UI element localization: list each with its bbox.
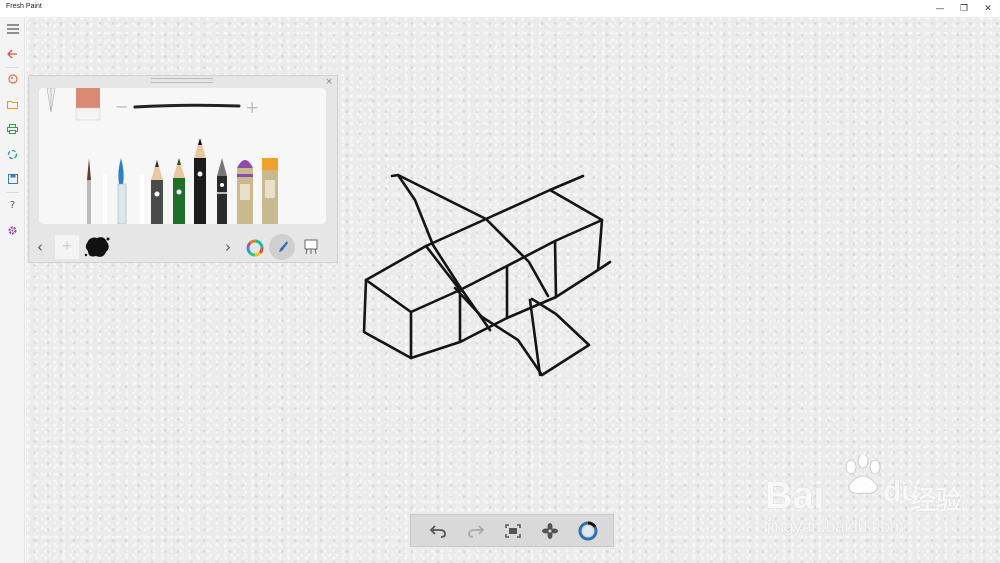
print-icon[interactable] <box>0 119 25 139</box>
paint-palette-icon[interactable] <box>0 69 25 89</box>
add-color-button[interactable]: + <box>55 235 79 259</box>
hamburger-menu-icon[interactable] <box>0 19 25 39</box>
graphite-pencil-tool[interactable] <box>151 160 163 224</box>
black-pencil-tool[interactable] <box>194 138 206 224</box>
ink-color-swatch[interactable] <box>83 235 111 259</box>
settings-icon[interactable] <box>0 220 25 240</box>
share-icon[interactable] <box>0 144 25 164</box>
watermark-cn: 经验 <box>910 485 963 515</box>
bottom-toolbar <box>410 514 614 547</box>
folder-icon[interactable] <box>0 94 25 114</box>
tool-palette: × − + ‹ + › <box>28 75 338 263</box>
purple-oil-tube-tool[interactable] <box>237 160 253 224</box>
white-pencil-tool[interactable] <box>140 174 144 224</box>
baidu-watermark: Bai du 经验 jingyan.baidu.com <box>765 455 965 540</box>
green-pencil-tool[interactable] <box>173 158 185 224</box>
fit-screen-icon[interactable] <box>500 519 526 543</box>
sidebar: ? <box>0 17 25 563</box>
save-icon[interactable] <box>0 169 25 189</box>
back-arrow-icon[interactable] <box>0 44 25 64</box>
minimize-button[interactable]: — <box>928 0 952 17</box>
fan-dryer-icon[interactable] <box>537 519 563 543</box>
round-brush-tool[interactable] <box>117 158 127 225</box>
undo-icon[interactable] <box>425 519 451 543</box>
help-icon[interactable]: ? <box>0 195 25 215</box>
palette-close-button[interactable]: × <box>323 76 335 88</box>
close-button[interactable]: ✕ <box>976 0 1000 17</box>
color-mixer-icon[interactable] <box>243 236 267 260</box>
title-bar: Fresh Paint — ❐ ✕ <box>0 0 1000 17</box>
paw-logo-icon <box>845 455 881 494</box>
size-increase-button[interactable]: + <box>245 98 259 118</box>
palette-footer: ‹ + › <box>29 233 337 263</box>
color-wheel-icon[interactable] <box>575 519 601 543</box>
brush-mode-icon[interactable] <box>269 234 295 260</box>
sidebar-divider <box>6 67 19 68</box>
white-brush-tool[interactable] <box>103 174 107 224</box>
size-decrease-button[interactable]: − <box>115 97 128 116</box>
prev-color-button[interactable]: ‹ <box>33 236 47 258</box>
next-color-button[interactable]: › <box>221 236 235 258</box>
easel-icon[interactable] <box>300 236 322 258</box>
pen-tool[interactable] <box>217 158 227 224</box>
sidebar-divider <box>6 192 19 193</box>
brush-size-slider[interactable] <box>133 103 241 109</box>
eraser-icon[interactable] <box>75 88 101 121</box>
restore-button[interactable]: ❐ <box>952 0 976 17</box>
watermark-url: jingyan.baidu.com <box>767 517 905 536</box>
redo-icon[interactable] <box>463 519 489 543</box>
palette-knife-icon[interactable] <box>46 87 56 113</box>
app-title: Fresh Paint <box>6 3 42 10</box>
fine-brush-tool[interactable] <box>87 158 91 224</box>
palette-drag-handle[interactable] <box>151 78 213 83</box>
orange-oil-tube-tool[interactable] <box>262 158 278 224</box>
watermark-brand: Bai <box>765 475 825 517</box>
brush-panel: − + <box>39 87 326 225</box>
